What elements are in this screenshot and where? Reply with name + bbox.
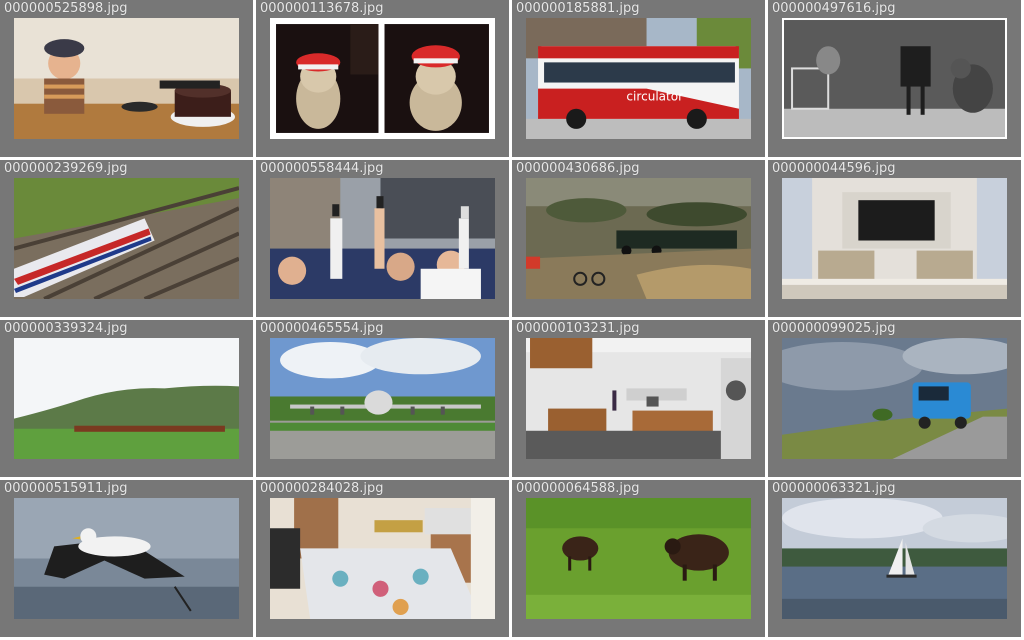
image-filename: 000000063321.jpg bbox=[772, 481, 896, 496]
image-tile[interactable]: 000000465554.jpg bbox=[256, 320, 509, 477]
image-tile[interactable]: 000000525898.jpg bbox=[0, 0, 253, 157]
image-filename: 000000525898.jpg bbox=[4, 1, 128, 16]
image-filename: 000000497616.jpg bbox=[772, 1, 896, 16]
image-tile[interactable]: 000000339324.jpg bbox=[0, 320, 253, 477]
image-tile[interactable]: 000000103231.jpg bbox=[512, 320, 765, 477]
image-thumbnail[interactable] bbox=[782, 338, 1007, 459]
image-thumbnail[interactable] bbox=[270, 178, 495, 299]
image-filename: 000000284028.jpg bbox=[260, 481, 384, 496]
image-filename: 000000064588.jpg bbox=[516, 481, 640, 496]
image-filename: 000000185881.jpg bbox=[516, 1, 640, 16]
image-filename: 000000339324.jpg bbox=[4, 321, 128, 336]
image-thumbnail[interactable] bbox=[14, 338, 239, 459]
image-thumbnail[interactable]: circulator bbox=[526, 18, 751, 139]
image-tile[interactable]: 000000044596.jpg bbox=[768, 160, 1021, 317]
image-tile[interactable]: 000000515911.jpg bbox=[0, 480, 253, 637]
image-thumbnail[interactable] bbox=[270, 338, 495, 459]
image-tile[interactable]: 000000430686.jpg bbox=[512, 160, 765, 317]
image-thumbnail[interactable] bbox=[14, 18, 239, 139]
image-tile[interactable]: 000000239269.jpg bbox=[0, 160, 253, 317]
image-tile[interactable]: 000000558444.jpg bbox=[256, 160, 509, 317]
image-tile[interactable]: 000000113678.jpg bbox=[256, 0, 509, 157]
image-tile[interactable]: 000000185881.jpg circulator bbox=[512, 0, 765, 157]
image-filename: 000000103231.jpg bbox=[516, 321, 640, 336]
image-thumbnail[interactable] bbox=[14, 498, 239, 619]
image-thumbnail[interactable] bbox=[526, 498, 751, 619]
image-thumbnail[interactable] bbox=[270, 18, 495, 139]
image-filename: 000000515911.jpg bbox=[4, 481, 128, 496]
image-grid: 000000525898.jpg 000000113678.jpg 000000… bbox=[0, 0, 1024, 640]
image-thumbnail[interactable] bbox=[14, 178, 239, 299]
image-thumbnail[interactable] bbox=[270, 498, 495, 619]
image-filename: 000000239269.jpg bbox=[4, 161, 128, 176]
image-thumbnail[interactable] bbox=[782, 18, 1007, 139]
image-thumbnail[interactable] bbox=[526, 338, 751, 459]
image-thumbnail[interactable] bbox=[782, 498, 1007, 619]
image-tile[interactable]: 000000064588.jpg bbox=[512, 480, 765, 637]
image-thumbnail[interactable] bbox=[782, 178, 1007, 299]
image-filename: 000000099025.jpg bbox=[772, 321, 896, 336]
image-filename: 000000465554.jpg bbox=[260, 321, 384, 336]
image-tile[interactable]: 000000497616.jpg bbox=[768, 0, 1021, 157]
image-filename: 000000044596.jpg bbox=[772, 161, 896, 176]
image-filename: 000000558444.jpg bbox=[260, 161, 384, 176]
image-tile[interactable]: 000000063321.jpg bbox=[768, 480, 1021, 637]
svg-text:circulator: circulator bbox=[626, 90, 683, 104]
image-thumbnail[interactable] bbox=[526, 178, 751, 299]
image-filename: 000000430686.jpg bbox=[516, 161, 640, 176]
image-tile[interactable]: 000000284028.jpg bbox=[256, 480, 509, 637]
image-tile[interactable]: 000000099025.jpg bbox=[768, 320, 1021, 477]
image-filename: 000000113678.jpg bbox=[260, 1, 384, 16]
